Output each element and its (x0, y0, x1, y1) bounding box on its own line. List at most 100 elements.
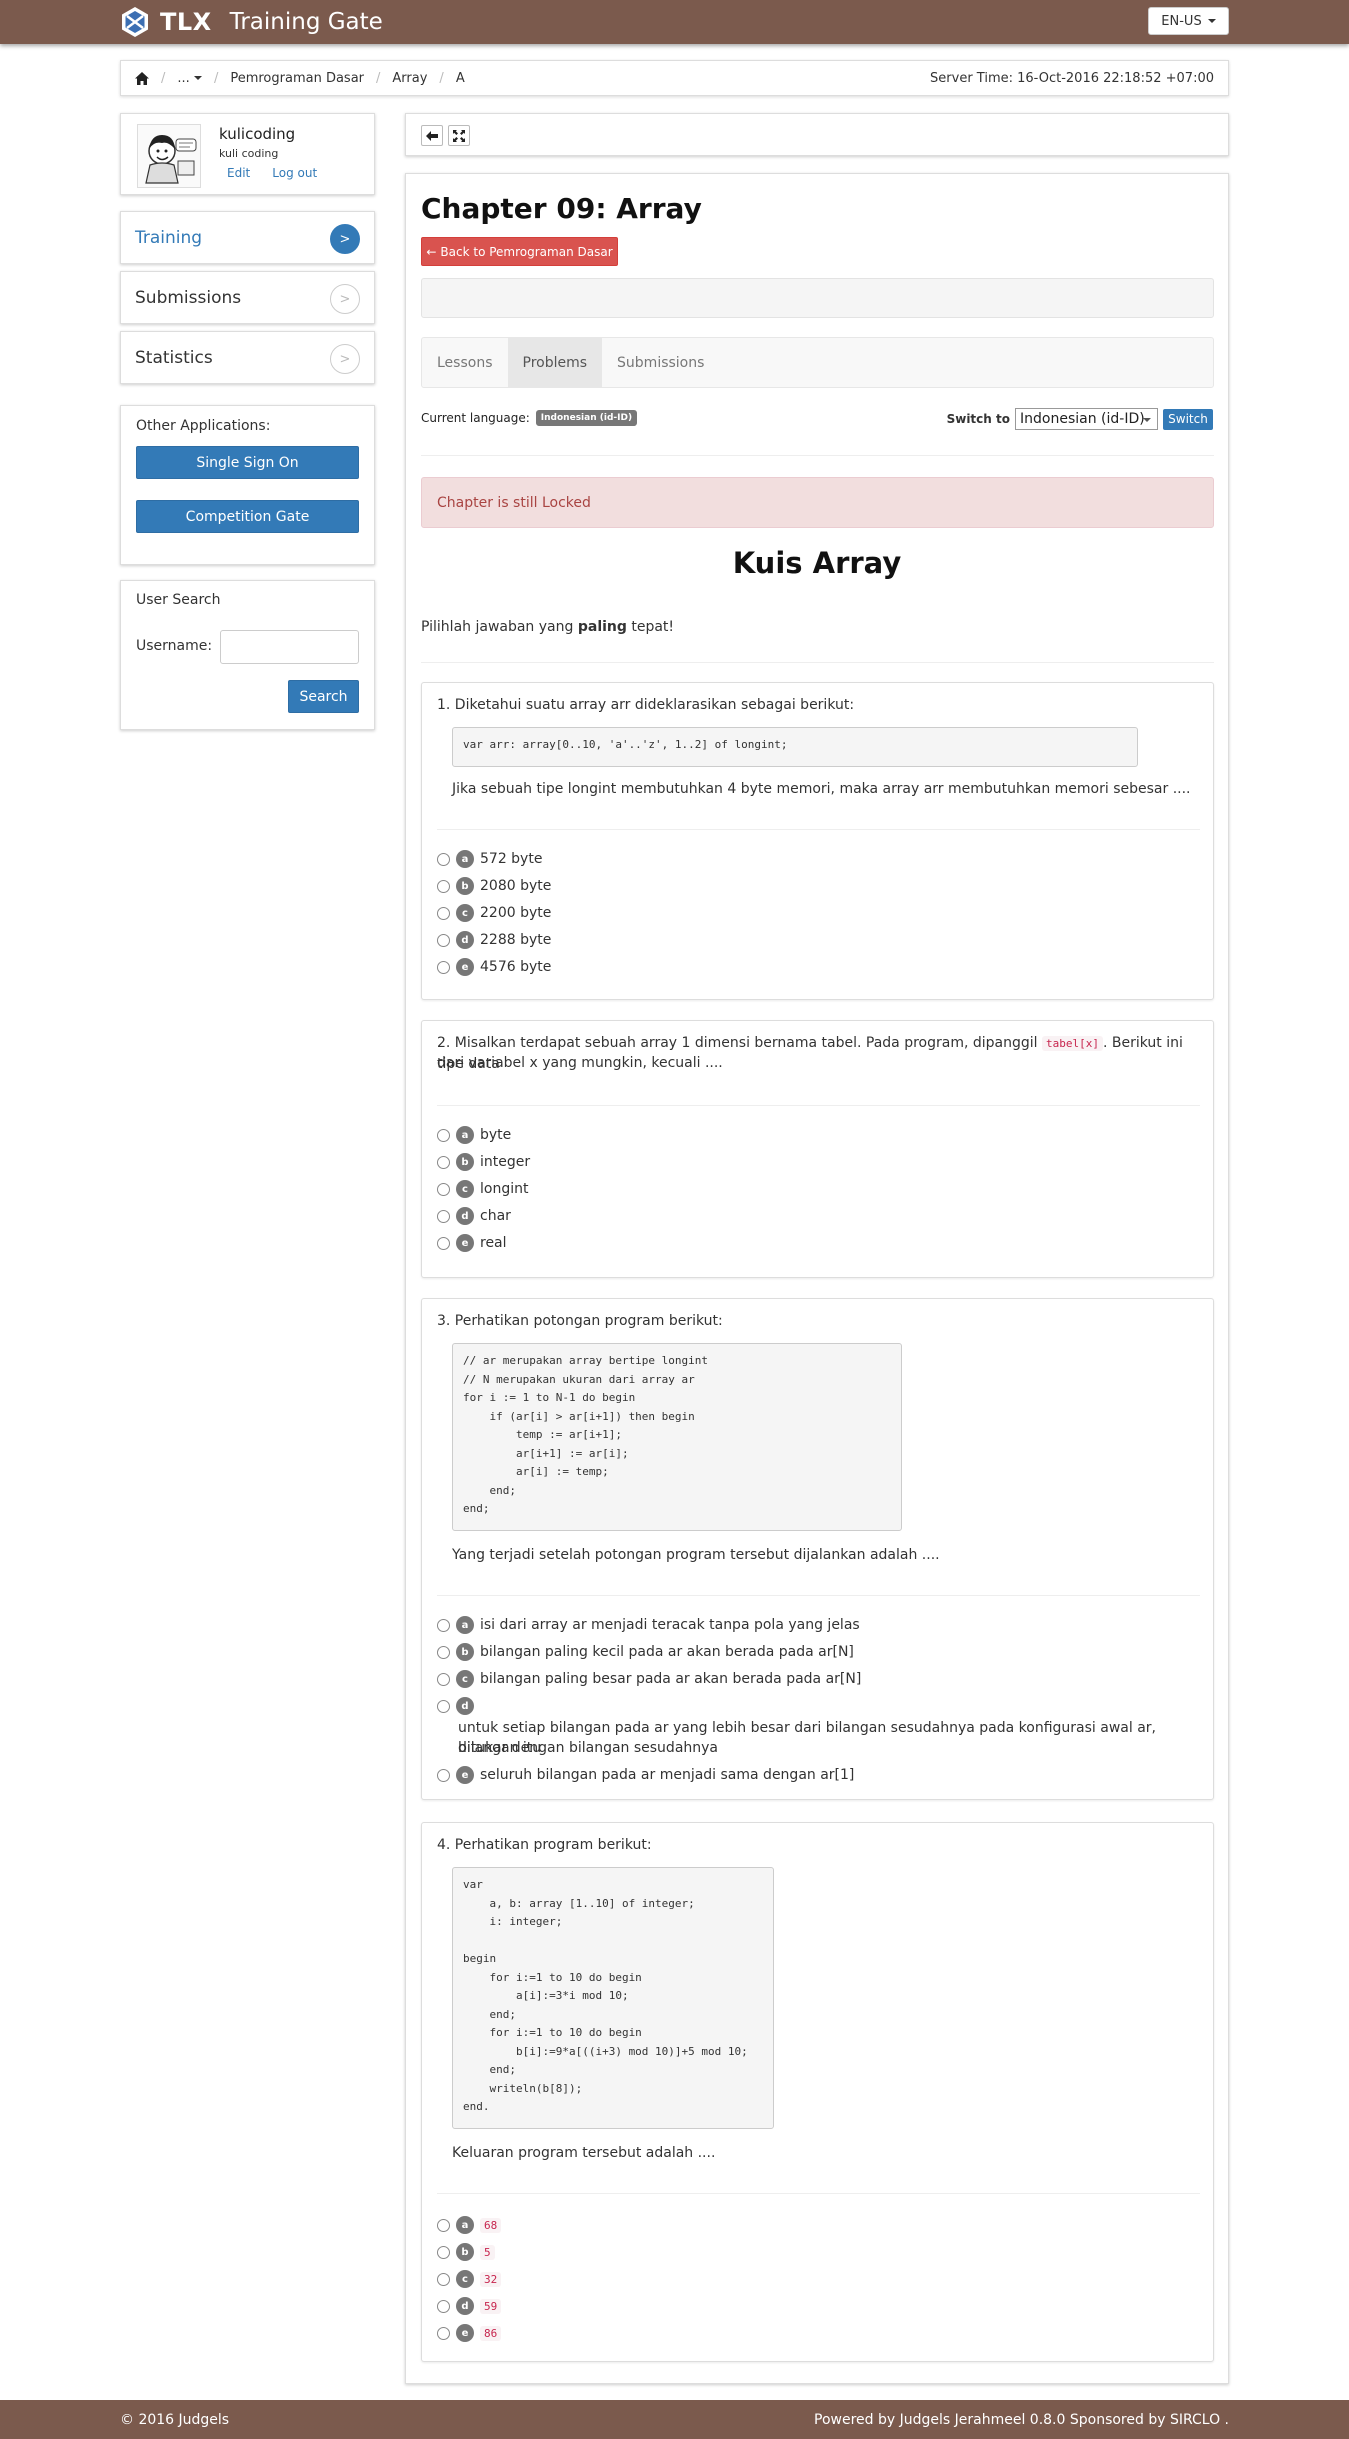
language-select[interactable]: Indonesian (id-ID) (1015, 408, 1158, 430)
locked-alert: Chapter is still Locked (421, 477, 1214, 528)
top-navbar: TLX Training Gate EN-US (0, 0, 1349, 44)
username-input[interactable] (220, 630, 359, 664)
radio-button[interactable] (437, 933, 450, 947)
back-arrow-button[interactable] (421, 125, 443, 146)
server-time: Server Time: 16-Oct-2016 22:18:52 +07:00 (930, 70, 1214, 86)
switch-language-button[interactable]: Switch (1163, 408, 1213, 430)
option-d[interactable]: d 59 (437, 2296, 502, 2316)
option-b[interactable]: b integer (437, 1152, 530, 1172)
option-b[interactable]: b 2080 byte (437, 876, 551, 896)
radio-button[interactable] (437, 1128, 450, 1142)
radio-button[interactable] (437, 852, 450, 866)
code-block: // ar merupakan array bertipe longint //… (452, 1343, 902, 1531)
radio-button[interactable] (437, 2245, 450, 2259)
radio-button[interactable] (437, 1618, 450, 1632)
divider (437, 1105, 1200, 1106)
radio-button[interactable] (437, 879, 450, 893)
option-b[interactable]: b bilangan paling kecil pada ar akan bera… (437, 1642, 854, 1662)
username-label: Username: (136, 638, 213, 654)
breadcrumb-more-dropdown[interactable]: ... (177, 71, 202, 86)
option-c[interactable]: c longint (437, 1179, 528, 1199)
radio-button[interactable] (437, 1699, 450, 1713)
option-text: 2288 byte (480, 932, 552, 948)
option-d[interactable]: d char (437, 1206, 511, 1226)
radio-button[interactable] (437, 1768, 450, 1782)
option-a[interactable]: a 68 (437, 2215, 502, 2235)
caret-down-icon (193, 76, 202, 80)
current-language-label: Current language: (421, 411, 530, 425)
option-letter: a (456, 1126, 474, 1144)
tab-submissions[interactable]: Submissions (602, 338, 719, 387)
radio-button[interactable] (437, 2272, 450, 2286)
sidebar-item-training[interactable]: Training > (120, 211, 375, 264)
option-d-text: ditukar dengan bilangan sesudahnya (458, 1740, 719, 1756)
option-text: byte (480, 1127, 512, 1143)
option-letter: c (456, 2270, 474, 2288)
option-letter: b (456, 2243, 474, 2261)
radio-button[interactable] (437, 2299, 450, 2313)
search-button[interactable]: Search (288, 680, 359, 713)
back-button-label: Back to Pemrograman Dasar (440, 244, 613, 259)
user-search-title: User Search (136, 592, 221, 608)
home-icon[interactable] (135, 71, 149, 85)
user-panel: kulicoding kuli coding Edit Log out (120, 113, 375, 195)
option-letter: b (456, 1643, 474, 1661)
question-text: Yang terjadi setelah potongan program te… (452, 1547, 940, 1563)
sidebar-item-submissions[interactable]: Submissions > (120, 271, 375, 324)
inline-code: tabel[x] (1041, 1036, 1103, 1051)
radio-button[interactable] (437, 1182, 450, 1196)
option-c[interactable]: c 2200 byte (437, 903, 551, 923)
radio-button[interactable] (437, 1209, 450, 1223)
radio-button[interactable] (437, 1236, 450, 1250)
brand-link[interactable]: TLX Training Gate (118, 5, 383, 39)
option-c[interactable]: c bilangan paling besar pada ar akan bera… (437, 1669, 861, 1689)
option-e[interactable]: e seluruh bilangan pada ar menjadi sama d… (437, 1765, 854, 1785)
breadcrumb-separator: / (439, 70, 444, 86)
back-to-course-button[interactable]: ← Back to Pemrograman Dasar (421, 237, 618, 266)
expand-icon (453, 129, 465, 142)
option-letter: c (456, 1670, 474, 1688)
option-text: longint (480, 1181, 529, 1197)
radio-button[interactable] (437, 2326, 450, 2340)
fullscreen-button[interactable] (448, 125, 470, 146)
breadcrumb-item-course[interactable]: Pemrograman Dasar (230, 71, 364, 86)
code-block: var arr: array[0..10, 'a'..'z', 1..2] of… (452, 727, 1138, 767)
option-text: 4576 byte (480, 959, 552, 975)
option-e[interactable]: e 4576 byte (437, 957, 551, 977)
radio-button[interactable] (437, 1155, 450, 1169)
language-label: EN-US (1161, 13, 1202, 29)
edit-profile-link[interactable]: Edit (227, 166, 250, 180)
radio-button[interactable] (437, 1645, 450, 1659)
language-dropdown[interactable]: EN-US (1148, 7, 1229, 35)
question-2: 2. Misalkan terdapat sebuah array 1 dime… (421, 1020, 1214, 1278)
chapter-title: Chapter 09: Array (421, 192, 702, 225)
radio-button[interactable] (437, 1672, 450, 1686)
option-e[interactable]: e 86 (437, 2323, 502, 2343)
radio-button[interactable] (437, 906, 450, 920)
sidebar-item-statistics[interactable]: Statistics > (120, 331, 375, 384)
divider (437, 2193, 1200, 2194)
question-text: 3. Perhatikan potongan program berikut: (437, 1313, 723, 1329)
option-a[interactable]: a isi dari array ar menjadi teracak tanpa… (437, 1615, 860, 1635)
radio-button[interactable] (437, 2218, 450, 2232)
option-a[interactable]: a 572 byte (437, 849, 542, 869)
single-sign-on-button[interactable]: Single Sign On (136, 446, 359, 479)
option-c[interactable]: c 32 (437, 2269, 502, 2289)
option-d[interactable]: d 2288 byte (437, 930, 551, 950)
radio-button[interactable] (437, 960, 450, 974)
option-text: char (480, 1208, 511, 1224)
tab-problems[interactable]: Problems (507, 338, 603, 387)
tab-lessons[interactable]: Lessons (422, 338, 508, 387)
option-b[interactable]: b5 (437, 2242, 495, 2262)
option-letter: e (456, 1234, 474, 1252)
breadcrumb-item-chapter[interactable]: Array (392, 71, 427, 86)
option-letter: a (456, 850, 474, 868)
option-a[interactable]: a byte (437, 1125, 511, 1145)
option-letter: d (456, 1207, 474, 1225)
logout-link[interactable]: Log out (272, 166, 317, 180)
option-e[interactable]: e real (437, 1233, 507, 1253)
option-letter: b (456, 877, 474, 895)
competition-gate-button[interactable]: Competition Gate (136, 500, 359, 533)
option-letter: a (456, 2216, 474, 2234)
option-d[interactable]: d (437, 1696, 480, 1716)
